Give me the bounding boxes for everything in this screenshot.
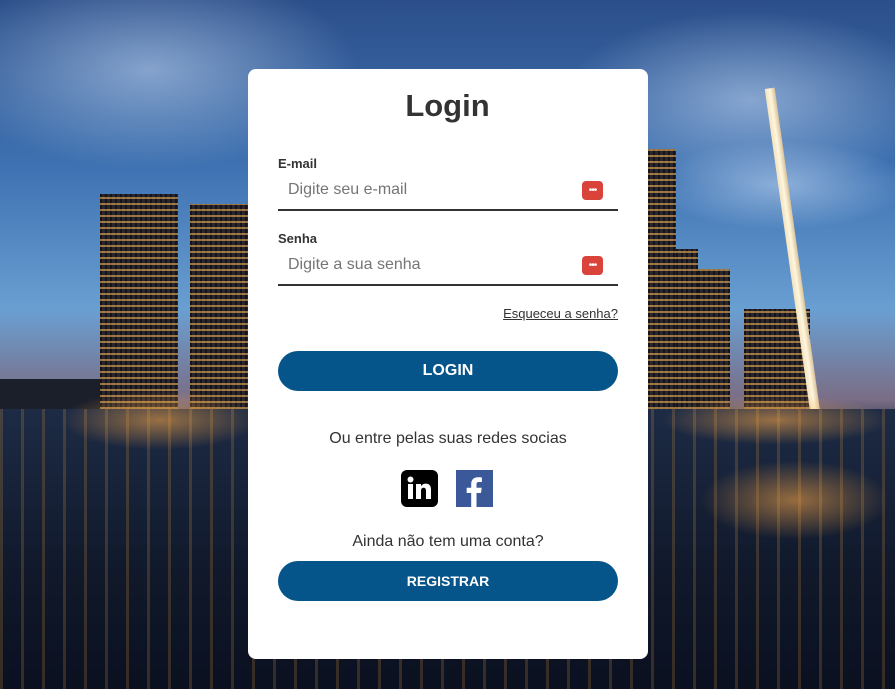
facebook-icon[interactable]	[456, 470, 493, 507]
email-label: E-mail	[278, 156, 318, 171]
social-login-text: Ou entre pelas suas redes socias	[329, 430, 567, 447]
password-manager-icon[interactable]: •••	[582, 181, 603, 200]
linkedin-icon[interactable]	[401, 470, 438, 507]
register-button[interactable]: REGISTRAR	[278, 561, 618, 601]
password-manager-icon[interactable]: •••	[582, 256, 603, 275]
page-title: Login	[405, 88, 490, 123]
email-input[interactable]	[278, 173, 568, 207]
email-field-wrapper: •••	[278, 173, 618, 211]
no-account-text: Ainda não tem uma conta?	[352, 533, 544, 550]
password-input[interactable]	[278, 248, 568, 282]
login-button[interactable]: LOGIN	[278, 351, 618, 391]
forgot-password-link[interactable]: Esqueceu a senha?	[478, 306, 618, 321]
password-field-wrapper: •••	[278, 248, 618, 286]
password-label: Senha	[278, 231, 318, 246]
